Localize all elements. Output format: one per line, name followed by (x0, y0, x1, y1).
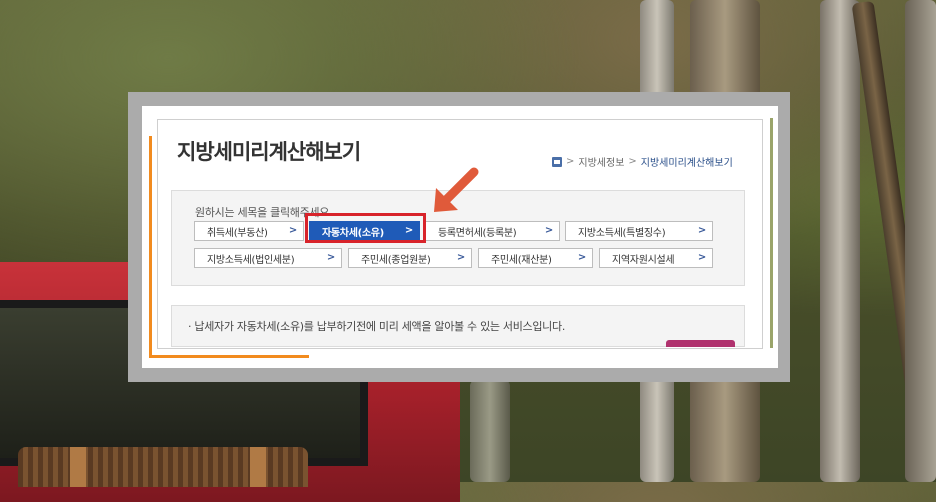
service-info-text: · 납세자가 자동차세(소유)를 납부하기전에 미리 세액을 알아볼 수 있는 … (188, 320, 566, 333)
chevron-right-icon: > (697, 225, 706, 236)
breadcrumb-item-current: 지방세미리계산해보기 (640, 158, 733, 169)
tax-button-label: 주민세(재산분) (491, 254, 552, 266)
tax-button-acquisition-realestate[interactable]: 취득세(부동산) > (194, 221, 304, 241)
tax-button-label: 지방소득세(특별징수) (578, 227, 666, 239)
tax-button-label: 지역자원시설세 (612, 254, 675, 266)
tax-button-local-income-corporate[interactable]: 지방소득세(법인세분) > (194, 248, 342, 268)
selection-highlight-box (305, 213, 426, 243)
chevron-right-icon: > (544, 225, 553, 236)
background-tree (820, 0, 860, 482)
tax-button-label: 지방소득세(법인세분) (207, 254, 295, 266)
chevron-right-icon: > (326, 252, 335, 263)
page-title: 지방세미리계산해보기 (177, 140, 361, 164)
pointer-arrow-icon (434, 167, 479, 212)
background-basket-strap (70, 447, 86, 487)
tax-button-regional-resource-facility[interactable]: 지역자원시설세 > (599, 248, 713, 268)
background-tree (470, 380, 510, 482)
tax-button-resident-employee[interactable]: 주민세(종업원분) > (348, 248, 472, 268)
breadcrumb-separator: > (566, 156, 575, 167)
background-tree (905, 0, 936, 482)
olive-accent-line (770, 118, 773, 348)
tax-button-label: 취득세(부동산) (207, 227, 268, 239)
chevron-right-icon: > (288, 225, 297, 236)
chevron-right-icon: > (577, 252, 586, 263)
orange-accent-line (149, 355, 309, 358)
tax-button-label: 등록면허세(등록분) (438, 227, 517, 239)
background-basket-strap (250, 447, 266, 487)
breadcrumb-separator: > (628, 156, 637, 167)
chevron-right-icon: > (456, 252, 465, 263)
breadcrumb: > 지방세정보 > 지방세미리계산해보기 (552, 154, 733, 169)
tax-button-local-income-withholding[interactable]: 지방소득세(특별징수) > (565, 221, 713, 241)
pink-tab-button[interactable] (666, 340, 735, 347)
tax-button-resident-property[interactable]: 주민세(재산분) > (478, 248, 593, 268)
home-icon[interactable] (552, 156, 562, 167)
breadcrumb-item-tax-info[interactable]: 지방세정보 (578, 154, 624, 169)
tax-button-registration-license[interactable]: 등록면허세(등록분) > (425, 221, 560, 241)
orange-accent-line (149, 136, 152, 358)
tax-button-label: 주민세(종업원분) (361, 254, 431, 266)
chevron-right-icon: > (697, 252, 706, 263)
